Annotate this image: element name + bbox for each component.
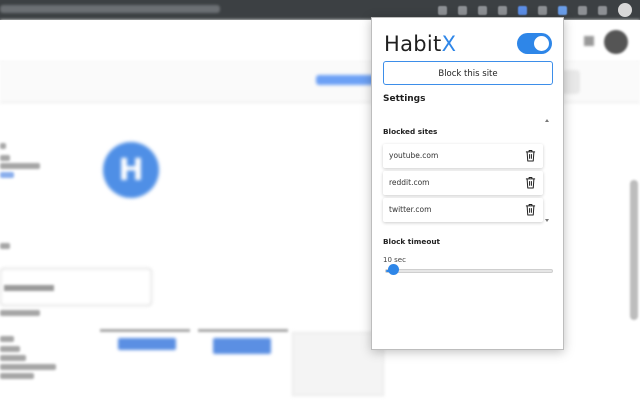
blurred-text (0, 155, 10, 161)
blurred-link[interactable] (316, 75, 376, 85)
blurred-link[interactable] (0, 172, 14, 178)
toolbar-icon[interactable] (478, 6, 487, 15)
toolbar-icon[interactable] (598, 6, 607, 15)
toolbar-icon[interactable] (498, 6, 507, 15)
sites-scrollbar[interactable] (545, 119, 551, 225)
scroll-down-arrow-icon[interactable] (545, 219, 549, 222)
blurred-text (0, 310, 40, 316)
blurred-text (0, 336, 14, 342)
blurred-text (0, 364, 56, 370)
timeout-slider-handle[interactable] (388, 264, 400, 275)
account-avatar[interactable] (604, 30, 628, 54)
site-label: reddit.com (389, 178, 430, 187)
blocked-site-item: youtube.com (383, 144, 543, 168)
blocked-site-item: reddit.com (383, 171, 543, 195)
divider (100, 329, 190, 332)
brand-name: Habit (384, 32, 442, 56)
blurred-text (0, 355, 26, 361)
blocked-sites-heading: Blocked sites (383, 127, 438, 136)
blurred-text (0, 143, 6, 149)
settings-heading: Settings (383, 94, 426, 104)
blurred-text (4, 285, 54, 291)
enable-toggle[interactable] (517, 33, 552, 54)
toolbar-icon[interactable] (458, 6, 467, 15)
apps-grid-icon[interactable] (584, 36, 594, 46)
habitx-popup: HabitX Block this site Settings Blocked … (371, 17, 564, 350)
scroll-up-arrow-icon[interactable] (545, 119, 549, 122)
toggle-knob (534, 36, 549, 51)
blurred-text (0, 373, 34, 379)
page-scrollbar[interactable] (630, 180, 638, 320)
trash-icon[interactable] (525, 149, 536, 162)
blurred-text (0, 163, 40, 169)
habitx-extension-icon[interactable] (558, 6, 567, 15)
timeout-slider-track[interactable] (385, 269, 553, 273)
blocked-sites-list: youtube.com reddit.com twitter.com (383, 144, 543, 225)
blurred-button[interactable] (213, 338, 271, 354)
site-label: youtube.com (389, 151, 439, 160)
toolbar-icon[interactable] (438, 6, 447, 15)
extension-icon[interactable] (518, 6, 527, 15)
blurred-button[interactable] (118, 338, 176, 350)
blurred-text (0, 243, 10, 249)
blocked-site-item: twitter.com (383, 198, 543, 222)
trash-icon[interactable] (525, 203, 536, 216)
profile-avatar[interactable] (618, 3, 632, 17)
channel-badge: H (103, 142, 159, 198)
timeout-value-label: 10 sec (383, 256, 406, 264)
site-label: twitter.com (389, 205, 432, 214)
block-timeout-heading: Block timeout (383, 237, 441, 246)
trash-icon[interactable] (525, 176, 536, 189)
brand-logo: HabitX (384, 32, 456, 56)
blurred-text (0, 346, 20, 352)
brand-accent: X (441, 32, 457, 56)
block-site-button[interactable]: Block this site (383, 61, 553, 85)
address-bar[interactable] (0, 5, 220, 13)
toolbar-icon[interactable] (538, 6, 547, 15)
divider (198, 329, 288, 332)
badge-letter: H (118, 152, 144, 188)
toolbar-icon[interactable] (578, 6, 587, 15)
